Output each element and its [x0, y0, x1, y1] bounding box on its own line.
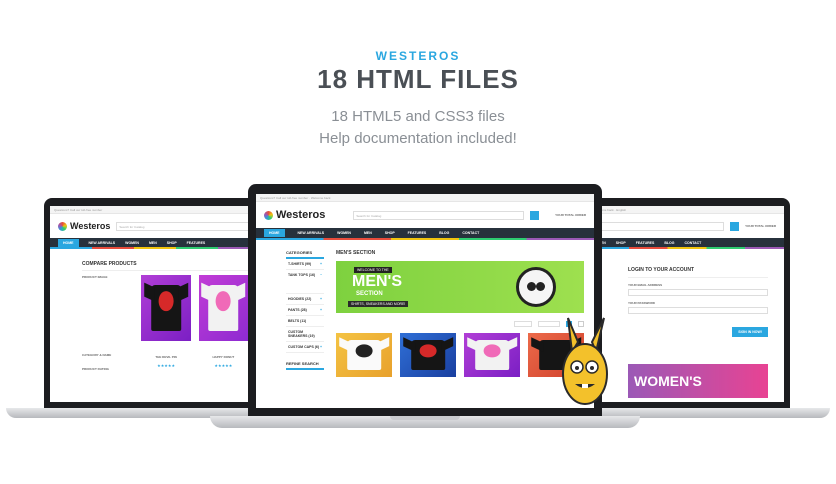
- row-label-image: PRODUCT IMAGE: [82, 275, 108, 279]
- logo-icon: [58, 221, 67, 231]
- shirt-graphic: [355, 344, 373, 358]
- cart-total[interactable]: YOUR TOTAL ORDER: [745, 224, 776, 228]
- row-label-rating: PRODUCT RATING: [82, 367, 109, 371]
- nav-new-arrivals[interactable]: NEW ARRIVALS: [89, 241, 116, 245]
- section-title: MEN'S SECTION: [336, 250, 376, 256]
- women-banner-title: WOMEN'S: [634, 373, 702, 389]
- banner-tagline: SHIRTS, SNEAKERS AND MORE!: [348, 301, 409, 307]
- minus-icon: −: [319, 273, 322, 277]
- nav-features[interactable]: FEATURES: [187, 241, 206, 245]
- category-item[interactable]: T-SHIRTS (99) +: [286, 259, 324, 270]
- banner-subtitle: SECTION: [356, 291, 383, 297]
- screen-mens-section: Questions? Call our toll-free number · W…: [256, 194, 594, 408]
- nav-blog[interactable]: BLOG: [664, 241, 674, 245]
- category-item[interactable]: HOODIES (22) +: [286, 294, 324, 305]
- promo-line-docs: Help documentation included!: [319, 130, 517, 147]
- refine-title: REFINE SEARCH: [286, 361, 324, 370]
- site-header: Westeros Search for Catalog YOUR TOTAL O…: [256, 202, 594, 228]
- nav-shop[interactable]: SHOP: [385, 231, 395, 235]
- nav-men[interactable]: MEN: [149, 241, 157, 245]
- logo-icon: [264, 210, 273, 220]
- promo-line-html5: 18 HTML5 and CSS3 files: [331, 108, 505, 125]
- nav-men[interactable]: MEN: [364, 231, 372, 235]
- devil-graphic: [419, 344, 437, 358]
- category-item[interactable]: PANTS (28) +: [286, 305, 324, 316]
- product-name[interactable]: THE DEVIL PIN: [137, 355, 194, 359]
- nav-home[interactable]: HOME: [58, 238, 79, 247]
- show-select[interactable]: [514, 321, 532, 327]
- nav-shop[interactable]: SHOP: [167, 241, 177, 245]
- brand-name: WESTEROS: [375, 49, 461, 63]
- plus-icon: +: [319, 262, 322, 266]
- banner-title: MEN'S: [352, 273, 403, 290]
- signin-button[interactable]: SIGN IN NOW!: [732, 327, 768, 337]
- plus-icon: +: [319, 297, 322, 301]
- site-logo[interactable]: Westeros: [58, 221, 110, 231]
- nav-new-arrivals[interactable]: NEW ARRIVALS: [298, 231, 325, 235]
- product-card[interactable]: [464, 333, 520, 377]
- men-banner[interactable]: WELCOME TO THE MEN'S SECTION SHIRTS, SNE…: [336, 261, 584, 313]
- product-grid: [336, 333, 584, 377]
- main-nav: HOME NEW ARRIVALS WOMEN MEN SHOP FEATURE…: [256, 228, 594, 238]
- main-content: MEN'S SECTION WELCOME TO THE MEN'S SECTI…: [336, 250, 584, 377]
- promo-title: 18 HTML FILES: [317, 64, 519, 94]
- devil-graphic: [158, 291, 174, 312]
- star-rating: ★★★★★: [157, 363, 176, 368]
- nav-blog[interactable]: BLOG: [439, 231, 449, 235]
- category-item[interactable]: TANK TOPS (16) −: [286, 270, 324, 294]
- panda-illustration: [516, 267, 556, 307]
- search-input[interactable]: Search for Catalog: [353, 210, 525, 220]
- search-button[interactable]: [530, 210, 540, 220]
- password-label: YOUR PASSWORD: [628, 301, 655, 305]
- nav-women[interactable]: WOMEN: [125, 241, 139, 245]
- password-field[interactable]: [628, 307, 768, 314]
- toolbar: [336, 321, 584, 327]
- donut-graphic: [483, 344, 501, 358]
- login-title: LOGIN TO YOUR ACCOUNT: [628, 267, 768, 278]
- sort-select[interactable]: [538, 321, 560, 327]
- category-item[interactable]: BELTS (11): [286, 316, 324, 327]
- search-button[interactable]: [730, 221, 740, 231]
- product-card[interactable]: [400, 333, 456, 377]
- plus-icon: +: [319, 308, 322, 312]
- site-logo[interactable]: Westeros: [264, 209, 325, 221]
- nav-contact[interactable]: CONTACT: [684, 241, 701, 245]
- categories-title: CATEGORIES: [286, 250, 324, 259]
- product-image-devil[interactable]: [141, 275, 191, 341]
- nav-home[interactable]: HOME: [264, 229, 285, 237]
- nav-women[interactable]: WOMEN: [337, 231, 351, 235]
- email-label: YOUR EMAIL ADDRESS: [628, 283, 663, 287]
- row-label-category: CATEGORY & NAME: [82, 353, 112, 357]
- sidebar: CATEGORIES T-SHIRTS (99) + TANK TOPS (16)…: [286, 250, 324, 377]
- category-item[interactable]: CUSTOM CAPS (6) +: [286, 342, 324, 353]
- nav-contact[interactable]: CONTACT: [462, 231, 479, 235]
- plus-icon: +: [319, 345, 322, 349]
- category-item[interactable]: CUSTOM SNEAKERS (19): [286, 327, 324, 342]
- cart-total[interactable]: YOUR TOTAL ORDER: [555, 213, 586, 217]
- bunny-mascot: [560, 312, 610, 412]
- email-field[interactable]: [628, 289, 768, 296]
- women-banner[interactable]: WOMEN'S: [628, 364, 768, 398]
- product-card[interactable]: [336, 333, 392, 377]
- nav-features[interactable]: FEATURES: [408, 231, 427, 235]
- top-bar: Questions? Call our toll-free number · W…: [256, 194, 594, 202]
